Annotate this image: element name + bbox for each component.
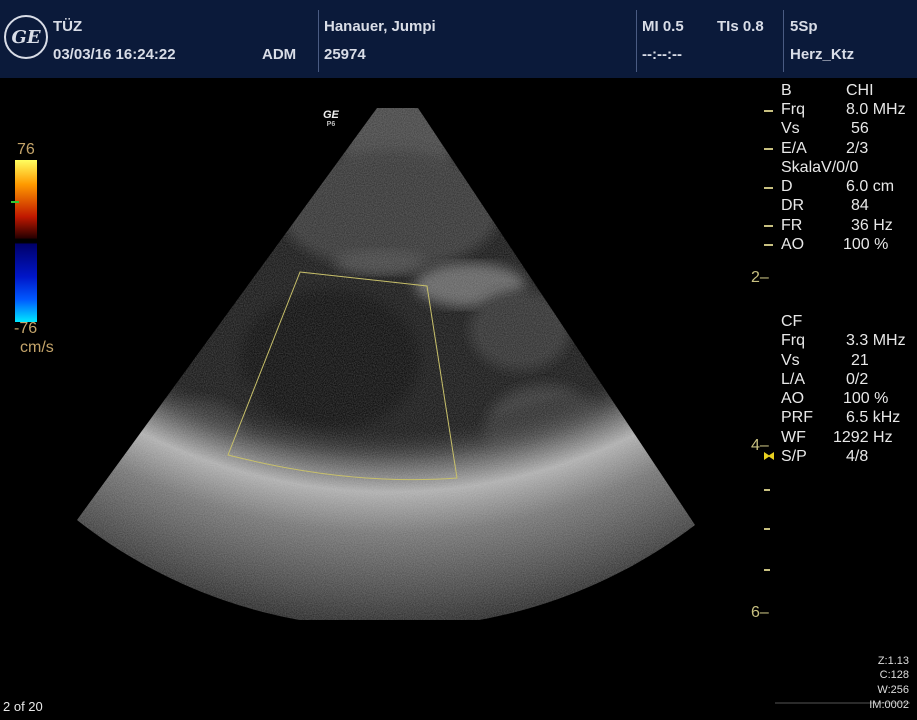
- param-label: Vs: [781, 120, 800, 137]
- probe-orientation-mark: GE P6: [323, 110, 339, 130]
- param-label: L/A: [781, 371, 806, 388]
- image-number: IM:0002: [869, 699, 909, 711]
- param-value: 2/3: [846, 140, 869, 157]
- param-value: 6.0 cm: [846, 178, 895, 195]
- param-value: 0/2: [846, 371, 869, 388]
- param-value: 36 Hz: [851, 217, 893, 234]
- param-label: AO: [781, 236, 805, 253]
- depth-mark-6: 6–: [751, 604, 769, 621]
- param-label: DR: [781, 197, 805, 214]
- param-label: S/P: [781, 448, 807, 465]
- param-label: D: [781, 178, 793, 195]
- param-value: 100 %: [843, 236, 889, 253]
- frame-counter[interactable]: 2 of 20: [3, 699, 43, 714]
- depth-mark-2: 2–: [751, 269, 769, 286]
- param-label: CF: [781, 313, 803, 330]
- color-velocity-bar: [15, 160, 37, 322]
- window-level: W:256: [877, 684, 909, 696]
- param-value: 4/8: [846, 448, 869, 465]
- param-value: 3.3 MHz: [846, 332, 906, 349]
- param-label: Frq: [781, 332, 805, 349]
- depth-ruler: [764, 452, 774, 571]
- param-value: 1292 Hz: [833, 429, 893, 446]
- param-label: AO: [781, 390, 805, 407]
- param-label: SkalaV/0/0: [781, 159, 859, 176]
- param-label: Vs: [781, 352, 800, 369]
- color-scale-max: 76: [17, 141, 35, 158]
- zoom-level: Z:1.13: [877, 655, 909, 667]
- contrast-level: C:128: [879, 669, 909, 681]
- depth-mark-4: 4–: [751, 437, 769, 454]
- param-label: Frq: [781, 101, 805, 118]
- sector-scan: [77, 108, 695, 620]
- param-value: 84: [851, 197, 869, 214]
- param-value: CHI: [846, 82, 874, 99]
- param-value: 56: [851, 120, 869, 137]
- color-scale-min: -76: [14, 320, 38, 337]
- param-label: B: [781, 82, 792, 99]
- probe-orientation-code: P6: [326, 121, 336, 128]
- param-label: WF: [781, 429, 806, 446]
- param-label: PRF: [781, 409, 813, 426]
- param-label: FR: [781, 217, 803, 234]
- param-value: 100 %: [843, 390, 889, 407]
- color-baseline-marker: [11, 201, 19, 203]
- color-scale-unit: cm/s: [20, 339, 54, 356]
- param-label: E/A: [781, 140, 807, 157]
- param-value: 6.5 kHz: [846, 409, 901, 426]
- param-value: 8.0 MHz: [846, 101, 906, 118]
- param-value: 21: [851, 352, 869, 369]
- ultrasound-image: [77, 108, 910, 704]
